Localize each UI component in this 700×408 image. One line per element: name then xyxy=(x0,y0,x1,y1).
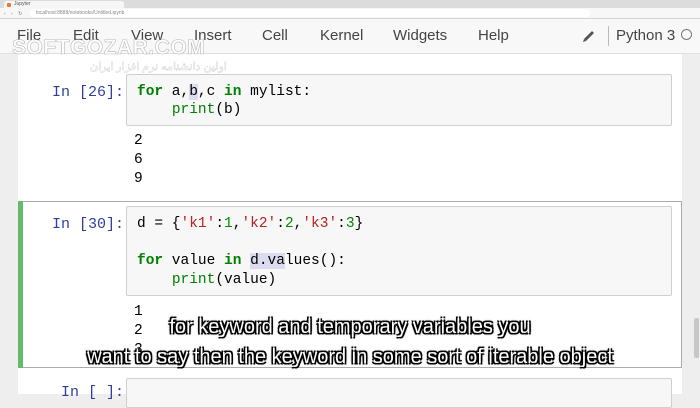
code-line: print(value) xyxy=(171,272,277,288)
menu-help[interactable]: Help xyxy=(478,27,509,44)
cell-prompt: In [26]: xyxy=(51,84,124,101)
browser-tab[interactable]: Jupyter xyxy=(4,1,124,8)
code-line: d = {'k1':1,'k2':2,'k3':3} xyxy=(137,216,364,232)
cell-prompt: In [30]: xyxy=(51,216,124,233)
output-line: 9 xyxy=(134,171,143,187)
browser-tab-title: Jupyter xyxy=(14,1,31,7)
watermark-brand: SOFTGOZAR.COM xyxy=(12,36,206,60)
edit-pencil-icon[interactable] xyxy=(582,27,596,43)
code-line: for value in d.values(): xyxy=(137,253,346,269)
subtitle-line: for keyword and temporary variables you xyxy=(169,316,531,338)
cell-prompt: In [ ]: xyxy=(60,384,124,401)
code-input-area[interactable] xyxy=(126,378,672,408)
menu-widgets[interactable]: Widgets xyxy=(393,27,447,44)
subtitle-line: want to say then the keyword in some sor… xyxy=(87,346,613,368)
output-line: 6 xyxy=(134,152,143,168)
kernel-name[interactable]: Python 3 xyxy=(616,27,675,44)
selected-cell-indicator xyxy=(18,201,23,368)
browser-tab-bar: Jupyter xyxy=(0,0,700,8)
menu-cell[interactable]: Cell xyxy=(262,27,288,44)
code-line: print(b) xyxy=(171,102,242,118)
menubar-divider xyxy=(608,26,609,46)
browser-nav-icons[interactable]: ‹ › ↻ xyxy=(4,11,24,17)
jupyter-favicon-icon xyxy=(7,3,11,7)
kernel-status-icon xyxy=(681,29,692,40)
browser-address-bar: ‹ › ↻ localhost:8888/notebooks/Untitled.… xyxy=(0,8,700,19)
menu-kernel[interactable]: Kernel xyxy=(320,27,363,44)
watermark-tagline: اولین دانشنامه نرم افزار ایران xyxy=(90,61,227,73)
output-line: 2 xyxy=(134,133,143,149)
code-input-area[interactable]: d = {'k1':1,'k2':2,'k3':3} for value in … xyxy=(126,206,672,296)
url-field[interactable]: localhost:8888/notebooks/Untitled.ipynb xyxy=(30,9,590,17)
code-input-area[interactable]: for a,b,c in mylist: print(b) xyxy=(126,74,672,126)
code-line: for a,b,c in mylist: xyxy=(137,84,312,100)
